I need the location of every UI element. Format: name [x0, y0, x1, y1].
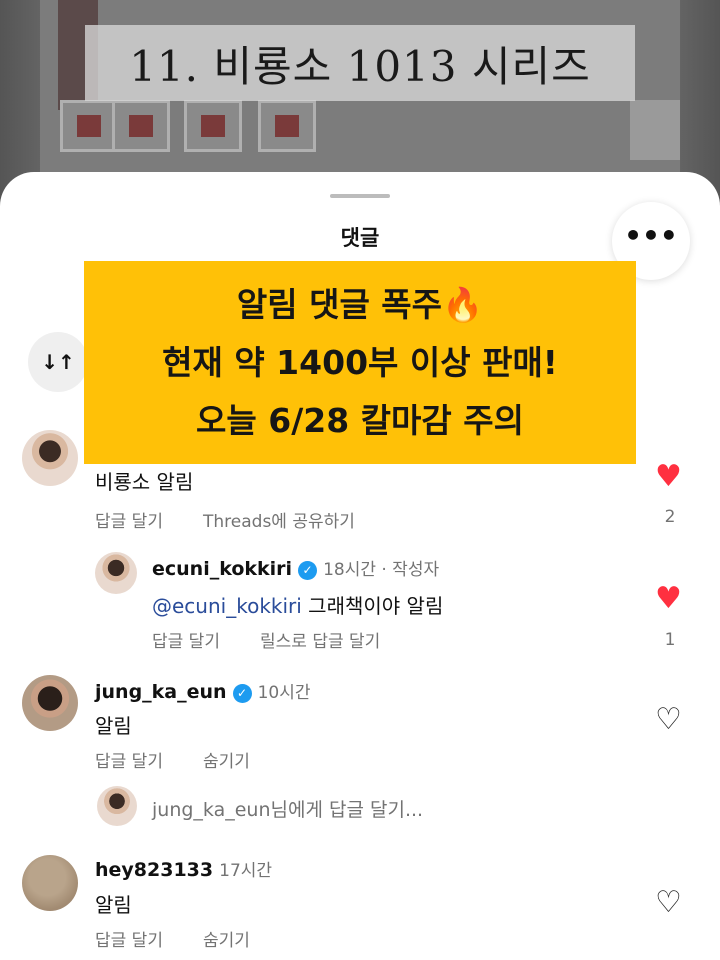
comment-author[interactable]: ecuni_kokkiri ✓ 18시간 · 작성자: [152, 555, 439, 580]
promo-line-1: 알림 댓글 폭주🔥: [237, 276, 483, 334]
background-frame: [60, 100, 118, 152]
comment-time: 17시간: [219, 861, 273, 881]
background-frame: [112, 100, 170, 152]
username[interactable]: ecuni_kokkiri: [152, 558, 292, 580]
background-frame: [258, 100, 316, 152]
like-heart-icon[interactable]: ♡: [655, 705, 682, 735]
hide-button[interactable]: 숨기기: [203, 926, 250, 951]
sort-button[interactable]: ↓↑: [28, 332, 88, 392]
sort-icon: ↓↑: [41, 350, 75, 374]
username[interactable]: jung_ka_eun: [95, 681, 227, 703]
comment-author[interactable]: hey823133 17시간: [95, 856, 272, 881]
comment-text: 알림: [95, 893, 132, 917]
fire-icon: 🔥: [442, 284, 484, 324]
like-heart-icon[interactable]: ♥: [655, 462, 682, 492]
avatar[interactable]: [22, 855, 78, 911]
video-title-banner: 11. 비룡소 1013 시리즈: [85, 25, 635, 101]
reply-button[interactable]: 답글 달기: [95, 926, 163, 951]
avatar[interactable]: [22, 430, 78, 486]
reply-button[interactable]: 답글 달기: [152, 627, 220, 652]
comment-text: 알림: [95, 714, 132, 738]
verified-badge-icon: ✓: [298, 561, 318, 580]
like-heart-icon[interactable]: ♥: [655, 584, 682, 614]
promo-line-3: 오늘 6/28 칼마감 주의: [196, 400, 524, 440]
avatar[interactable]: [22, 675, 78, 731]
share-threads-button[interactable]: Threads에 공유하기: [203, 507, 355, 532]
username[interactable]: hey823133: [95, 859, 213, 881]
comment-text: 비룡소 알림: [95, 470, 194, 494]
reply-button[interactable]: 답글 달기: [95, 747, 163, 772]
comment-time: 18시간 · 작성자: [323, 560, 440, 580]
hide-button[interactable]: 숨기기: [203, 747, 250, 772]
mention-link[interactable]: @ecuni_kokkiri: [152, 594, 302, 618]
comment-text: @ecuni_kokkiri 그래책이야 알림: [152, 590, 443, 619]
avatar: [97, 786, 137, 826]
reply-button[interactable]: 답글 달기: [95, 507, 163, 532]
comment-body: 그래책이야 알림: [301, 594, 444, 618]
like-count: 2: [664, 507, 676, 527]
reply-input-prompt[interactable]: jung_ka_eun님에게 답글 달기...: [152, 795, 423, 822]
promo-overlay: 알림 댓글 폭주🔥 현재 약 1400부 이상 판매! 오늘 6/28 칼마감 …: [84, 261, 636, 464]
background-frame: [184, 100, 242, 152]
sheet-drag-handle[interactable]: [330, 194, 390, 198]
more-icon: •••: [624, 219, 678, 252]
video-title: 11. 비룡소 1013 시리즈: [129, 41, 591, 91]
promo-line-1-text: 알림 댓글 폭주: [236, 284, 443, 324]
comment-author[interactable]: jung_ka_eun ✓ 10시간: [95, 678, 310, 703]
comment-time: 10시간: [257, 683, 311, 703]
promo-line-2: 현재 약 1400부 이상 판매!: [162, 342, 558, 382]
background-poster: [630, 100, 680, 160]
reels-reply-button[interactable]: 릴스로 답글 달기: [260, 627, 380, 652]
like-heart-icon[interactable]: ♡: [655, 888, 682, 918]
avatar[interactable]: [95, 552, 137, 594]
like-count: 1: [664, 630, 676, 650]
verified-badge-icon: ✓: [232, 684, 252, 703]
